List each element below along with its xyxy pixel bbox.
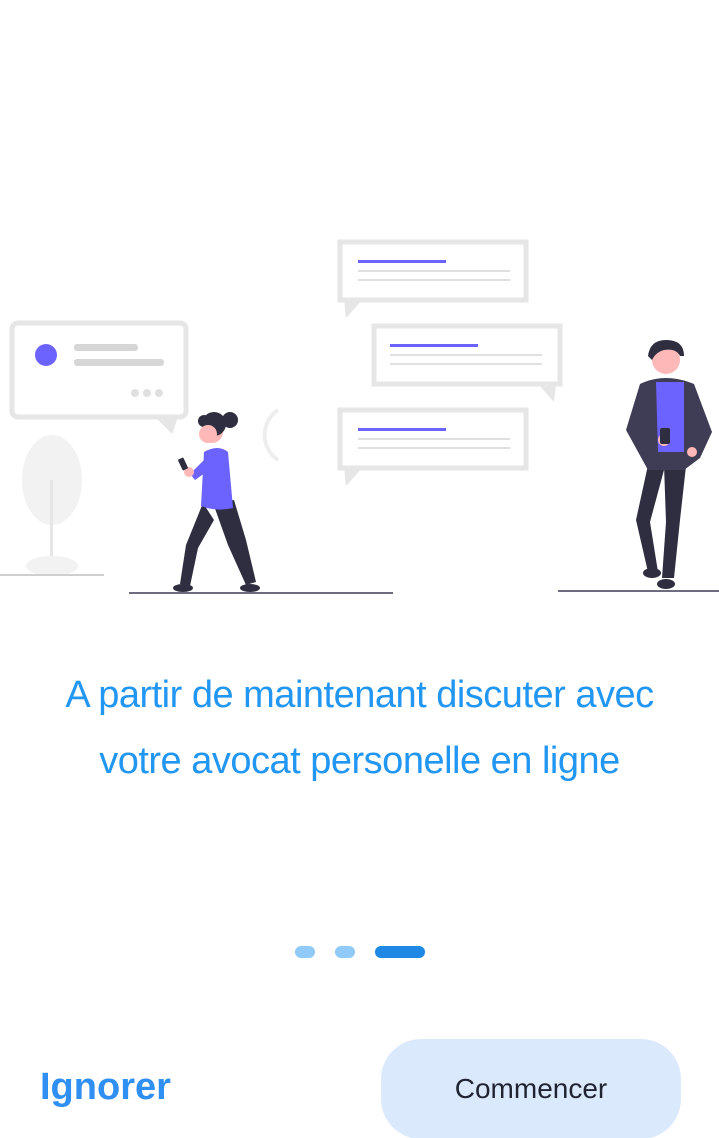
page-dot-1[interactable] <box>294 946 315 958</box>
plant <box>0 435 104 576</box>
page-indicator <box>0 946 719 958</box>
chat-illustration <box>0 239 719 594</box>
start-button[interactable]: Commencer <box>381 1039 681 1138</box>
chat-bubble-1 <box>337 239 529 318</box>
onboarding-headline: A partir de maintenant discuter avec vot… <box>20 662 699 794</box>
onboarding-screen: A partir de maintenant discuter avec vot… <box>0 0 719 1138</box>
chat-bubble-2 <box>371 323 563 402</box>
page-dot-3-active[interactable] <box>374 946 425 958</box>
headline-line-1: A partir de maintenant discuter avec <box>65 674 654 716</box>
man-figure <box>558 340 719 592</box>
headline-line-2: votre avocat personelle en ligne <box>99 740 620 782</box>
chat-bubble-3 <box>337 407 529 486</box>
skip-button[interactable]: Ignorer <box>40 1066 171 1109</box>
start-button-label: Commencer <box>454 1073 608 1104</box>
page-dot-2[interactable] <box>334 946 355 958</box>
left-chat-bubble <box>9 320 189 434</box>
